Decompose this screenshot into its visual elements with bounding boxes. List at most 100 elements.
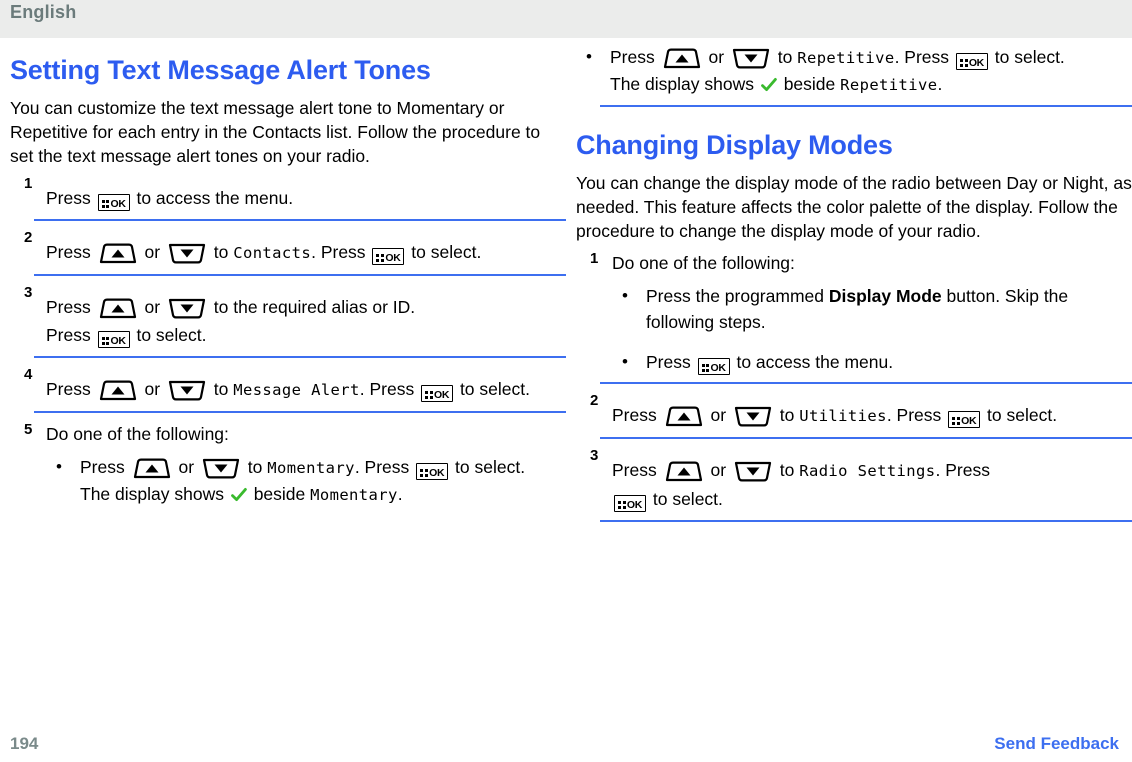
menu-grid-glyph <box>425 391 433 399</box>
menu-ok-key-icon[interactable]: OK <box>97 194 130 211</box>
step-item: 3 Press or to Radio Settings. Press OK to… <box>576 446 1132 513</box>
step-separator-rule <box>34 219 566 221</box>
step-number: 2 <box>590 392 599 409</box>
step-item: 2 Press or to Contacts. Press OK to selec… <box>10 228 556 267</box>
step-line: OK to select. <box>612 485 1132 513</box>
down-arrow-key-icon[interactable] <box>168 380 206 401</box>
step-item: 3 Press or to the required alias or ID. Pr… <box>10 283 556 349</box>
step-separator-rule <box>34 356 566 358</box>
page-header-band: English <box>0 0 1132 38</box>
bullet-item: • Press OK to access the menu. <box>612 349 1132 375</box>
menu-grid-glyph <box>101 337 110 345</box>
right-section-intro: You can change the display mode of the r… <box>576 173 1132 241</box>
menu-ok-key-icon[interactable]: OK <box>421 385 454 402</box>
up-arrow-key-icon[interactable] <box>663 48 701 69</box>
menu-ok-key-icon[interactable]: OK <box>372 248 405 265</box>
bullet-item: • Press or to Repetitive. Press OK to sel… <box>576 44 1132 98</box>
step-item: 1 Press OK to access the menu. <box>10 174 556 212</box>
menu-grid-glyph <box>376 254 385 262</box>
bullet-dot-icon: • <box>586 47 592 66</box>
up-arrow-key-icon[interactable] <box>665 461 703 482</box>
step-number: 2 <box>24 229 33 246</box>
lcd-menu-text: Repetitive <box>797 49 895 67</box>
left-section-intro: You can customize the text message alert… <box>10 98 541 166</box>
menu-grid-glyph <box>420 469 429 477</box>
down-arrow-key-icon[interactable] <box>168 298 206 319</box>
step-number: 1 <box>24 175 33 192</box>
menu-ok-key-icon[interactable]: OK <box>697 358 730 375</box>
menu-ok-key-icon[interactable]: OK <box>955 53 988 70</box>
step-line: Press or to Utilities. Press OK to selec… <box>612 405 1058 428</box>
lcd-menu-text: Contacts <box>233 244 312 262</box>
menu-grid-glyph <box>959 59 968 67</box>
ok-label: OK <box>434 389 450 401</box>
bullet-item: • Press or to Momentary. Press OK to sele… <box>46 454 556 508</box>
lcd-menu-text: Message Alert <box>233 381 360 399</box>
step-item: 5 Do one of the following: • Press or to Mo… <box>10 420 556 508</box>
up-arrow-key-icon[interactable] <box>99 243 137 264</box>
down-arrow-key-icon[interactable] <box>734 461 772 482</box>
left-section-title: Setting Text Message Alert Tones <box>10 55 431 85</box>
ok-label: OK <box>385 252 401 264</box>
down-arrow-key-icon[interactable] <box>734 406 772 427</box>
step-line: Press or to Radio Settings. Press <box>612 460 990 482</box>
step-line: Press or to the required alias or ID. <box>46 297 416 319</box>
ui-control-name: Display Mode <box>828 286 942 306</box>
step-body: Press or to Message Alert. Press OK to s… <box>46 365 556 404</box>
ok-label: OK <box>968 57 984 69</box>
bullet-item: • Press the programmed Display Mode butto… <box>612 283 1132 335</box>
bullet-list: • Press the programmed Display Mode butto… <box>612 283 1132 375</box>
ok-label: OK <box>961 415 977 427</box>
up-arrow-key-icon[interactable] <box>99 298 137 319</box>
page-number: 194 <box>10 734 39 753</box>
green-check-icon <box>230 487 247 503</box>
step-line: Press OK to select. <box>46 325 207 348</box>
down-arrow-key-icon[interactable] <box>168 243 206 264</box>
lcd-menu-text: Utilities <box>799 407 887 425</box>
up-arrow-key-icon[interactable] <box>665 406 703 427</box>
step-body: Press OK to access the menu. <box>46 174 556 212</box>
left-column: Setting Text Message Alert Tones You can… <box>0 38 566 724</box>
send-feedback-link[interactable]: Send Feedback <box>994 734 1119 754</box>
ok-label: OK <box>110 335 126 347</box>
menu-grid-glyph <box>617 501 626 509</box>
bullet-list: • Press or to Repetitive. Press OK to sel… <box>576 44 1132 98</box>
bullet-dot-icon: • <box>622 352 628 371</box>
step-label: Do one of the following: <box>46 424 229 444</box>
step-item: 1 Do one of the following: • Press the prog… <box>576 249 1132 375</box>
down-arrow-key-icon[interactable] <box>202 458 240 479</box>
down-arrow-key-icon[interactable] <box>732 48 770 69</box>
step-body: Press or to Radio Settings. Press OK to … <box>612 446 1132 513</box>
step-separator-rule <box>34 411 566 413</box>
menu-ok-key-icon[interactable]: OK <box>416 463 449 480</box>
menu-grid-glyph <box>701 364 710 372</box>
step-number: 1 <box>590 250 599 267</box>
up-arrow-key-icon[interactable] <box>99 380 137 401</box>
menu-ok-key-icon[interactable]: OK <box>614 495 646 512</box>
menu-ok-key-icon[interactable]: OK <box>97 331 130 348</box>
bullet-dot-icon: • <box>622 286 628 305</box>
bullet-list: • Press or to Momentary. Press OK to sele… <box>46 454 556 508</box>
lcd-menu-text: Radio Settings <box>799 462 936 480</box>
menu-ok-key-icon[interactable]: OK <box>948 411 981 428</box>
ok-label: OK <box>110 198 126 210</box>
step-body: Press or to Utilities. Press OK to selec… <box>612 391 1132 430</box>
step-body: Press or to Contacts. Press OK to select… <box>46 228 556 267</box>
right-steps-list: 1 Do one of the following: • Press the prog… <box>576 249 1132 522</box>
left-steps-list: 1 Press OK to access the menu. 2 Press or t… <box>10 174 566 508</box>
continued-bullets: • Press or to Repetitive. Press OK to sel… <box>576 44 1132 107</box>
step-body: Do one of the following: • Press or to Mom… <box>46 420 556 508</box>
ok-label: OK <box>710 362 726 374</box>
step-line: Press OK to access the menu. <box>46 188 294 211</box>
page-footer: 194 Send Feedback <box>0 724 1132 762</box>
lcd-menu-text: Momentary <box>267 459 355 477</box>
menu-grid-glyph <box>952 417 961 425</box>
lcd-menu-text: Repetitive <box>840 76 938 94</box>
step-label: Do one of the following: <box>612 253 795 273</box>
right-column: • Press or to Repetitive. Press OK to sel… <box>566 38 1132 724</box>
step-number: 5 <box>24 421 33 438</box>
step-body: Do one of the following: • Press the progr… <box>612 249 1132 375</box>
up-arrow-key-icon[interactable] <box>133 458 171 479</box>
lcd-menu-text: Momentary <box>310 486 398 504</box>
step-separator-rule <box>600 382 1132 384</box>
